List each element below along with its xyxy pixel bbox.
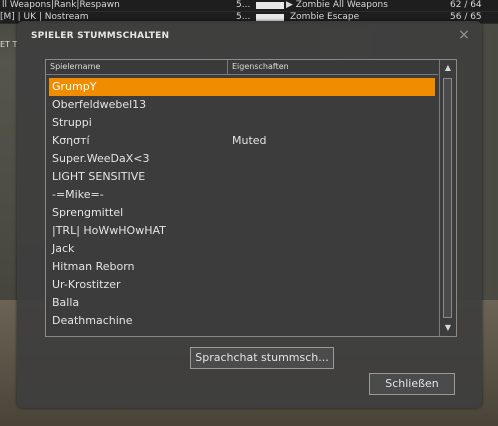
player-name: |TRL| HoWwHOwHAT	[52, 224, 166, 237]
player-name: Oberfeldwebel13	[52, 98, 147, 111]
server-row-map: ▶ Zombie All Weapons	[286, 0, 388, 10]
player-row[interactable]: Kσησтí Muted	[49, 132, 435, 150]
list-header: Spielername Eigenschaften	[46, 60, 438, 75]
player-row[interactable]: Balla	[49, 294, 435, 312]
server-row-bar	[256, 14, 284, 21]
server-row-bar	[256, 2, 284, 9]
scrollbar-track[interactable]	[443, 78, 452, 318]
background-side-text: ET T	[0, 40, 18, 49]
close-button[interactable]: Schließen	[369, 373, 455, 395]
server-row-players: 62 / 64	[450, 0, 482, 10]
server-row: ll Weapons|Rank|Respawn 5... ▶ Zombie Al…	[0, 0, 498, 11]
dialog-title: SPIELER STUMMSCHALTEN	[31, 31, 170, 41]
player-row[interactable]: Jack	[49, 240, 435, 258]
player-row[interactable]: Oberfeldwebel13	[49, 96, 435, 114]
server-row-name: ll Weapons|Rank|Respawn	[2, 0, 120, 10]
player-row[interactable]: Struppi	[49, 114, 435, 132]
player-name: LIGHT SENSITIVE	[52, 170, 146, 183]
player-name: Ur-Krostitzer	[52, 278, 121, 291]
player-name: Balla	[52, 296, 80, 309]
player-row[interactable]: LIGHT SENSITIVE	[49, 168, 435, 186]
player-name: -=Mike=-	[52, 188, 104, 201]
player-properties: Muted	[232, 134, 267, 147]
player-name: Sprengmittel	[52, 206, 124, 219]
player-name: GrumpY	[52, 80, 97, 93]
player-name: Hitman Reborn	[52, 260, 135, 273]
scroll-down-icon[interactable]: ▼	[441, 321, 455, 335]
list-scrollbar[interactable]: ▲ ▼	[439, 60, 456, 336]
scroll-up-icon[interactable]: ▲	[441, 61, 455, 75]
player-name: Jack	[52, 242, 75, 255]
player-row[interactable]: -=Mike=-	[49, 186, 435, 204]
player-row[interactable]: Super.WeeDaX<3	[49, 150, 435, 168]
player-name: Deathmachine	[52, 314, 133, 327]
player-row[interactable]: Ur-Krostitzer	[49, 276, 435, 294]
column-header-properties[interactable]: Eigenschaften	[228, 60, 438, 74]
server-row-count: 5...	[236, 0, 251, 10]
column-header-player-name[interactable]: Spielername	[46, 60, 228, 74]
player-row[interactable]: Deathmachine	[49, 312, 435, 330]
player-name: Super.WeeDaX<3	[52, 152, 150, 165]
player-row[interactable]: GrumpY	[49, 78, 435, 96]
player-name: Struppi	[52, 116, 92, 129]
mute-voicechat-button[interactable]: Sprachchat stummsch...	[190, 347, 334, 369]
player-row[interactable]: |TRL| HoWwHOwHAT	[49, 222, 435, 240]
player-row[interactable]: Hitman Reborn	[49, 258, 435, 276]
player-name: Kσησтí	[52, 134, 90, 147]
player-rows: GrumpY Oberfeldwebel13 Struppi Kσησтí Muted S…	[49, 78, 435, 330]
mute-players-dialog: SPIELER STUMMSCHALTEN × Spielername Eige…	[17, 21, 482, 408]
close-icon[interactable]: ×	[456, 27, 472, 43]
player-row[interactable]: Sprengmittel	[49, 204, 435, 222]
player-list: Spielername Eigenschaften GrumpY Oberfeld…	[45, 59, 457, 337]
